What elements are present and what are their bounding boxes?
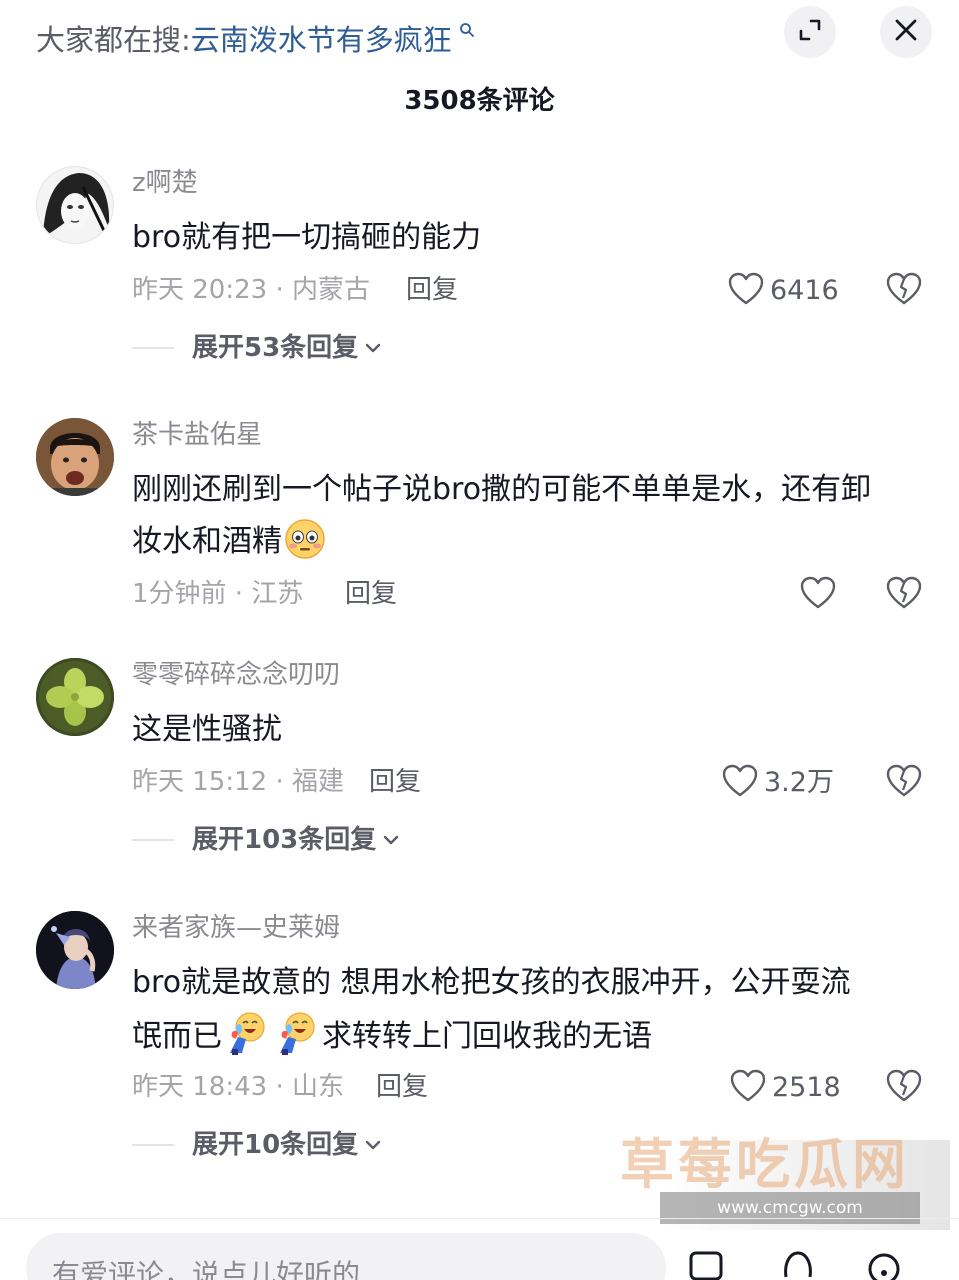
divider-line <box>132 1144 174 1146</box>
comment-text-segment: 妆水和酒精 <box>132 524 282 559</box>
dislike-button[interactable] <box>886 272 922 310</box>
reply-button[interactable]: 回复 <box>406 272 458 308</box>
flushed-face-emoji <box>284 518 326 577</box>
comment-text-line: 氓而已 求转转上门回收我的无语 <box>132 1009 922 1072</box>
watermark-title: 草莓吃瓜网 <box>620 1133 910 1196</box>
comment-text-line: bro就是故意的 想用水枪把女孩的衣服冲开，公开耍流 <box>132 965 851 1000</box>
emoji-icon[interactable] <box>866 1247 902 1280</box>
like-button[interactable]: 2518 <box>730 1069 841 1107</box>
like-count: 2518 <box>772 1072 841 1103</box>
heart-icon <box>728 272 764 310</box>
comment-time-location: 昨天 15:12 · 福建 <box>132 767 344 797</box>
comment-text-line: 妆水和酒精 <box>132 516 922 577</box>
avatar[interactable] <box>36 418 114 496</box>
heart-icon <box>730 1069 766 1107</box>
broken-heart-icon <box>886 764 922 802</box>
comment-username[interactable]: z啊楚 <box>132 166 198 200</box>
comment-text: 这是性骚扰 <box>132 712 282 747</box>
comment-username[interactable]: 来者家族—史莱姆 <box>132 911 340 945</box>
comment-text-segment: 氓而已 <box>132 1019 222 1054</box>
close-button[interactable] <box>880 6 932 58</box>
comment-text: bro就是故意的 想用水枪把女孩的衣服冲开，公开耍流 氓而已 求转转上门回收我的… <box>132 957 922 1072</box>
like-button[interactable]: 6416 <box>728 272 839 310</box>
divider-line <box>132 839 174 841</box>
comment-time-location: 昨天 18:43 · 山东 <box>132 1072 344 1102</box>
at-mention-icon[interactable] <box>780 1247 816 1280</box>
comment-username[interactable]: 茶卡盐佑星 <box>132 418 262 452</box>
comment-username[interactable]: 零零碎碎念念叨叨 <box>132 658 340 692</box>
crying-laughing-emoji <box>274 1009 320 1072</box>
avatar[interactable] <box>36 166 114 244</box>
comment-text: 刚刚还刷到一个帖子说bro撒的可能不单单是水，还有卸 妆水和酒精 <box>132 464 922 577</box>
chevron-down-icon <box>364 1136 382 1155</box>
comment-text: bro就有把一切搞砸的能力 <box>132 220 482 255</box>
comment-input[interactable]: 有爱评论，说点儿好听的 <box>26 1233 666 1280</box>
top-bar: 大家都在搜:云南泼水节有多疯狂 <box>0 0 959 70</box>
dislike-button[interactable] <box>886 764 922 802</box>
expand-replies-button[interactable]: 展开103条回复 <box>132 822 400 858</box>
trending-search-prefix: 大家都在搜: <box>36 23 191 57</box>
close-icon <box>893 17 919 47</box>
expand-replies-button[interactable]: 展开53条回复 <box>132 330 382 366</box>
comment-time-location: 昨天 20:23 · 内蒙古 <box>132 275 370 305</box>
comment-item: 茶卡盐佑星 刚刚还刷到一个帖子说bro撒的可能不单单是水，还有卸 妆水和酒精 1… <box>0 418 959 618</box>
avatar[interactable] <box>36 911 114 989</box>
like-button[interactable]: 3.2万 <box>722 764 834 802</box>
like-count: 6416 <box>770 275 839 306</box>
watermark: 草莓吃瓜网 www.cmcgw.com <box>620 1120 950 1230</box>
avatar[interactable] <box>36 658 114 736</box>
heart-icon <box>722 764 758 802</box>
reply-button[interactable]: 回复 <box>376 1069 428 1105</box>
comment-count-title: 3508条评论 <box>404 86 555 116</box>
comment-input-placeholder: 有爱评论，说点儿好听的 <box>52 1258 361 1280</box>
divider-line <box>132 347 174 349</box>
chevron-down-icon <box>364 339 382 358</box>
fullscreen-button[interactable] <box>784 6 836 58</box>
comment-item: z啊楚 bro就有把一切搞砸的能力 昨天 20:23 · 内蒙古 回复 6416… <box>0 166 959 366</box>
like-button[interactable] <box>800 576 836 614</box>
trending-search-link[interactable]: 大家都在搜:云南泼水节有多疯狂 <box>36 12 475 61</box>
broken-heart-icon <box>886 272 922 310</box>
comment-text-line: 刚刚还刷到一个帖子说bro撒的可能不单单是水，还有卸 <box>132 472 872 507</box>
crying-laughing-emoji <box>224 1009 270 1072</box>
dislike-button[interactable] <box>886 576 922 614</box>
heart-icon <box>800 576 836 614</box>
like-count: 3.2万 <box>764 767 834 798</box>
dislike-button[interactable] <box>886 1069 922 1107</box>
comment-item: 零零碎碎念念叨叨 这是性骚扰 昨天 15:12 · 福建 回复 3.2万 展开1… <box>0 658 959 858</box>
expand-replies-button[interactable]: 展开10条回复 <box>132 1127 382 1163</box>
expand-replies-label: 展开53条回复 <box>192 333 359 363</box>
chevron-down-icon <box>382 831 400 850</box>
reply-button[interactable]: 回复 <box>369 764 421 800</box>
comment-time-location: 1分钟前 · 江苏 <box>132 579 304 609</box>
reply-button[interactable]: 回复 <box>345 576 397 612</box>
trending-search-topic[interactable]: 云南泼水节有多疯狂 <box>191 23 452 57</box>
expand-replies-label: 展开10条回复 <box>192 1130 359 1160</box>
search-icon <box>454 23 475 42</box>
comment-input-bar: 有爱评论，说点儿好听的 <box>0 1218 959 1280</box>
broken-heart-icon <box>886 576 922 614</box>
comment-text-segment: 求转转上门回收我的无语 <box>322 1019 652 1054</box>
image-icon[interactable] <box>688 1247 724 1280</box>
expand-replies-label: 展开103条回复 <box>192 825 377 855</box>
broken-heart-icon <box>886 1069 922 1107</box>
fullscreen-icon <box>797 17 823 47</box>
